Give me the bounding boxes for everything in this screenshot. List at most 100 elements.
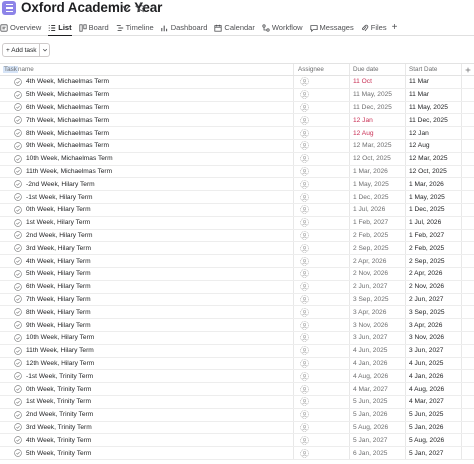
table-row[interactable]: 11th Week, Michaelmas Term 1 Mar, 2026 12 … <box>0 165 474 179</box>
task-name[interactable]: 11th Week, Michaelmas Term <box>26 168 112 175</box>
unassigned-avatar-icon[interactable] <box>300 244 309 253</box>
start-date-cell[interactable]: 5 Aug, 2026 <box>406 434 462 447</box>
start-date-cell[interactable]: 2 Sep, 2025 <box>406 255 462 267</box>
unassigned-avatar-icon[interactable] <box>300 180 309 189</box>
checkmark-circle-icon[interactable] <box>14 295 22 304</box>
assignee-cell[interactable] <box>294 242 350 255</box>
table-row[interactable]: 2nd Week, Trinity Term 5 Jan, 2026 5 Jun, … <box>0 408 474 422</box>
unassigned-avatar-icon[interactable] <box>300 295 309 304</box>
task-name-cell[interactable]: 3rd Week, Hilary Term <box>0 242 294 255</box>
task-name-cell[interactable]: 11th Week, Hilary Term <box>0 344 294 357</box>
unassigned-avatar-icon[interactable] <box>300 167 309 176</box>
start-date-cell[interactable]: 1 Jul, 2026 <box>406 216 462 229</box>
due-date-cell[interactable]: 12 Oct, 2025 <box>350 152 406 165</box>
unassigned-avatar-icon[interactable] <box>300 116 309 125</box>
unassigned-avatar-icon[interactable] <box>300 90 309 99</box>
start-date-cell[interactable]: 11 Mar <box>406 76 462 88</box>
tab-files[interactable]: Files <box>361 20 387 35</box>
checkmark-circle-icon[interactable] <box>14 129 22 137</box>
table-row[interactable]: 5th Week, Michaelmas Term 11 May, 2025 11 … <box>0 88 474 102</box>
table-row[interactable]: 8th Week, Hilary Term 3 Apr, 2026 3 Sep, 2… <box>0 306 474 320</box>
unassigned-avatar-icon[interactable] <box>300 128 309 138</box>
task-name-cell[interactable]: 1st Week, Trinity Term <box>0 395 294 408</box>
chevron-down-icon[interactable] <box>121 3 131 13</box>
start-date-cell[interactable]: 11 May, 2025 <box>406 101 462 114</box>
unassigned-avatar-icon[interactable] <box>300 205 309 215</box>
unassigned-avatar-icon[interactable] <box>300 103 309 112</box>
table-row[interactable]: -2nd Week, Hilary Term 1 May, 2025 1 Mar, … <box>0 178 474 192</box>
due-date-cell[interactable]: 2 Jun, 2027 <box>350 280 406 293</box>
start-date-cell[interactable]: 11 Mar <box>406 88 462 101</box>
task-name[interactable]: 3rd Week, Hilary Term <box>26 245 91 252</box>
task-name[interactable]: 4th Week, Hilary Term <box>26 258 91 265</box>
start-date-cell[interactable]: 1 Feb, 2027 <box>406 229 462 242</box>
due-date-cell[interactable]: 1 Feb, 2027 <box>350 216 406 229</box>
task-name-cell[interactable]: 10th Week, Michaelmas Term <box>0 152 294 165</box>
due-date-cell[interactable]: 12 Jan <box>350 114 406 127</box>
assignee-cell[interactable] <box>294 280 350 293</box>
unassigned-avatar-icon[interactable] <box>300 141 309 151</box>
due-date-cell[interactable]: 5 Jan, 2027 <box>350 434 406 447</box>
checkmark-circle-icon[interactable] <box>14 154 22 163</box>
table-row[interactable]: 10th Week, Michaelmas Term 12 Oct, 2025 12… <box>0 152 474 166</box>
assignee-cell[interactable] <box>294 408 350 421</box>
assignee-cell[interactable] <box>294 152 350 165</box>
checkmark-circle-icon[interactable] <box>14 90 22 99</box>
assignee-cell[interactable] <box>294 127 350 139</box>
due-date-cell[interactable]: 4 Jan, 2026 <box>350 357 406 370</box>
start-date-cell[interactable]: 1 Dec, 2025 <box>406 203 462 216</box>
unassigned-avatar-icon[interactable] <box>300 435 309 445</box>
table-row[interactable]: 5th Week, Hilary Term 2 Nov, 2026 2 Apr, 2… <box>0 267 474 281</box>
unassigned-avatar-icon[interactable] <box>300 231 309 240</box>
task-name-cell[interactable]: 10th Week, Hilary Term <box>0 331 294 344</box>
start-date-cell[interactable]: 2 Apr, 2026 <box>406 267 462 280</box>
unassigned-avatar-icon[interactable] <box>300 423 309 432</box>
assignee-cell[interactable] <box>294 267 350 280</box>
unassigned-avatar-icon[interactable] <box>300 384 309 394</box>
assignee-cell[interactable] <box>294 395 350 408</box>
task-name[interactable]: 8th Week, Hilary Term <box>26 309 91 316</box>
tab-board[interactable]: Board <box>79 20 109 35</box>
table-row[interactable]: 6th Week, Michaelmas Term 11 Dec, 2025 11 … <box>0 101 474 115</box>
table-row[interactable]: 11th Week, Hilary Term 4 Jun, 2025 3 Jun, … <box>0 344 474 358</box>
table-row[interactable]: 7th Week, Hilary Term 3 Sep, 2025 2 Jun, 2… <box>0 293 474 307</box>
task-name-cell[interactable]: 5th Week, Michaelmas Term <box>0 88 294 101</box>
task-name[interactable]: 1st Week, Hilary Term <box>26 219 90 226</box>
table-row[interactable]: 0th Week, Trinity Term 4 Mar, 2027 4 Aug, … <box>0 383 474 396</box>
checkmark-circle-icon[interactable] <box>14 193 22 201</box>
task-name-cell[interactable]: 7th Week, Hilary Term <box>0 293 294 306</box>
task-name-cell[interactable]: 2nd Week, Hilary Term <box>0 229 294 242</box>
due-date-cell[interactable]: 2 Feb, 2025 <box>350 229 406 242</box>
due-date-cell[interactable]: 5 Aug, 2026 <box>350 421 406 434</box>
due-date-cell[interactable]: 2 Nov, 2026 <box>350 267 406 280</box>
table-row[interactable]: 10th Week, Hilary Term 3 Jun, 2027 3 Nov, … <box>0 331 474 345</box>
table-row[interactable]: 4th Week, Hilary Term 2 Apr, 2026 2 Sep, 2… <box>0 255 474 268</box>
task-name[interactable]: 5th Week, Trinity Term <box>26 450 91 457</box>
checkmark-circle-icon[interactable] <box>14 321 22 329</box>
start-date-cell[interactable]: 1 Mar, 2026 <box>406 178 462 191</box>
table-row[interactable]: -1st Week, Hilary Term 1 Dec, 2025 1 May, … <box>0 191 474 204</box>
assignee-cell[interactable] <box>294 178 350 191</box>
assignee-cell[interactable] <box>294 434 350 447</box>
due-date-cell[interactable]: 3 Apr, 2026 <box>350 306 406 319</box>
due-date-cell[interactable]: 2 Sep, 2025 <box>350 242 406 255</box>
checkmark-circle-icon[interactable] <box>14 257 22 265</box>
task-name[interactable]: 9th Week, Michaelmas Term <box>26 142 109 149</box>
due-date-cell[interactable]: 1 May, 2025 <box>350 178 406 191</box>
add-tab-button[interactable]: + <box>392 20 398 35</box>
due-date-cell[interactable]: 3 Nov, 2026 <box>350 319 406 331</box>
assignee-cell[interactable] <box>294 216 350 229</box>
task-name[interactable]: 4th Week, Trinity Term <box>26 437 91 444</box>
task-name-cell[interactable]: 8th Week, Michaelmas Term <box>0 127 294 139</box>
add-task-button[interactable]: + Add task <box>2 43 40 57</box>
due-date-cell[interactable]: 11 Dec, 2025 <box>350 101 406 114</box>
task-name-cell[interactable]: 4th Week, Hilary Term <box>0 255 294 267</box>
table-row[interactable]: 12th Week, Hilary Term 4 Jan, 2026 4 Jun, … <box>0 357 474 371</box>
task-name[interactable]: 3rd Week, Trinity Term <box>26 424 92 431</box>
checkmark-circle-icon[interactable] <box>14 218 22 227</box>
unassigned-avatar-icon[interactable] <box>300 320 309 330</box>
due-date-cell[interactable]: 1 Mar, 2026 <box>350 165 406 178</box>
table-row[interactable]: 4th Week, Michaelmas Term 11 Oct 11 Mar <box>0 76 474 89</box>
column-header-assignee[interactable]: Assignee <box>294 64 350 75</box>
task-name-cell[interactable]: -2nd Week, Hilary Term <box>0 178 294 191</box>
